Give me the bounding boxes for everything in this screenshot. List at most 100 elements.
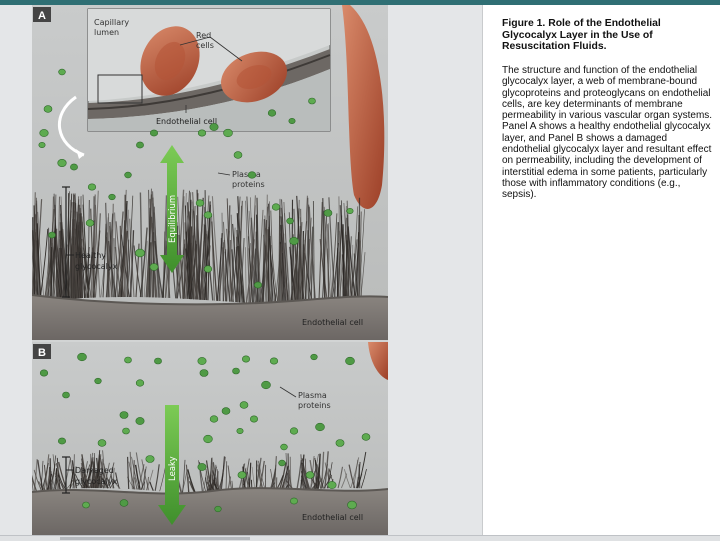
plasma-protein — [150, 130, 157, 136]
plasma-protein — [272, 204, 280, 211]
plasma-protein — [240, 402, 248, 409]
plasma-protein — [234, 152, 242, 159]
glycocalyx-fiber — [328, 224, 329, 305]
glycocalyx-fiber — [348, 215, 349, 305]
plasma-protein — [210, 416, 218, 423]
panel-a-endothelial-label: Endothelial cell — [302, 318, 363, 327]
plasma-protein — [95, 378, 102, 384]
plasma-protein — [346, 357, 355, 365]
panel-a-inset: Capillary lumen Red cells Endothelial ce… — [88, 9, 330, 131]
plasma-protein — [238, 472, 246, 479]
plasma-protein — [250, 416, 257, 422]
plasma-protein — [136, 380, 144, 387]
plasma-protein — [279, 460, 286, 466]
panel-a-plasma-label-1: Plasma — [232, 170, 261, 179]
inset-capillary-label-2: lumen — [94, 28, 119, 37]
plasma-protein — [59, 69, 66, 75]
plasma-protein — [289, 118, 295, 123]
plasma-protein — [287, 218, 294, 224]
equilibrium-label: Equilibrium — [168, 195, 178, 243]
plasma-protein — [222, 408, 230, 415]
plasma-protein — [109, 194, 116, 200]
plasma-protein — [204, 266, 212, 273]
plasma-protein — [78, 353, 87, 361]
panel-b-endothelial-label: Endothelial cell — [302, 513, 363, 522]
plasma-protein — [268, 110, 276, 117]
plasma-protein — [262, 381, 271, 389]
healthy-glycocalyx-label-2: glycocalyx — [75, 262, 118, 271]
plasma-protein — [120, 412, 128, 419]
plasma-protein — [40, 129, 49, 136]
glycocalyx-fiber — [50, 458, 51, 489]
plasma-protein — [120, 500, 128, 507]
plasma-protein — [49, 232, 56, 238]
plasma-protein — [98, 440, 106, 447]
plasma-protein — [348, 501, 357, 509]
plasma-protein — [198, 357, 206, 364]
figure-svg: Capillary lumen Red cells Endothelial ce… — [32, 5, 388, 535]
plasma-protein — [39, 142, 45, 147]
plasma-protein — [224, 129, 233, 137]
panel-a-plasma-label-2: proteins — [232, 180, 265, 189]
plasma-protein — [242, 356, 249, 362]
plasma-protein — [336, 440, 344, 447]
plasma-protein — [146, 456, 154, 463]
plasma-protein — [290, 498, 297, 504]
plasma-protein — [125, 172, 132, 178]
plasma-protein — [196, 200, 204, 207]
left-gutter — [0, 5, 33, 535]
panel-b-plasma-label-1: Plasma — [298, 391, 327, 400]
plasma-protein — [58, 159, 67, 166]
plasma-protein — [198, 463, 206, 470]
plasma-protein — [70, 164, 77, 170]
plasma-protein — [254, 282, 261, 288]
plasma-protein — [311, 354, 318, 360]
leaky-label: Leaky — [168, 456, 178, 481]
plasma-protein — [316, 423, 325, 431]
plasma-protein — [44, 106, 52, 113]
plasma-protein — [63, 392, 70, 398]
inset-endothelial-label: Endothelial cell — [156, 117, 217, 126]
panel-b-plasma-label-2: proteins — [298, 401, 331, 410]
plasma-protein — [125, 357, 132, 363]
right-gutter — [388, 5, 482, 535]
plasma-protein — [123, 428, 130, 434]
plasma-protein — [154, 358, 161, 364]
figure-illustration: Capillary lumen Red cells Endothelial ce… — [32, 5, 388, 535]
bottom-scrollbar[interactable] — [0, 535, 720, 541]
glycocalyx-fiber — [204, 207, 205, 300]
plasma-protein — [204, 212, 212, 219]
plasma-protein — [362, 434, 370, 441]
plasma-protein — [83, 502, 90, 508]
plasma-protein — [40, 370, 48, 376]
plasma-protein — [204, 435, 213, 443]
plasma-protein — [86, 220, 94, 227]
inset-rbc-label-1: Red — [196, 31, 211, 40]
caption-panel: Figure 1. Role of the Endothelial Glycoc… — [482, 5, 720, 535]
panel-b: B Leaky Plasma proteins Damaged glycocal… — [32, 342, 388, 535]
plasma-protein — [136, 417, 144, 424]
plasma-protein — [198, 130, 206, 136]
panel-a: Capillary lumen Red cells Endothelial ce… — [32, 5, 388, 340]
healthy-glycocalyx-label-1: Healthy — [75, 251, 106, 260]
inset-rbc-label-2: cells — [196, 41, 214, 50]
plasma-protein — [248, 172, 256, 179]
plasma-protein — [270, 358, 278, 364]
plasma-protein — [347, 208, 353, 213]
plasma-protein — [200, 370, 208, 377]
plasma-protein — [306, 472, 314, 479]
panel-b-endothelial-cell — [32, 488, 388, 535]
plasma-protein — [58, 438, 65, 444]
plasma-protein — [290, 237, 299, 244]
plasma-protein — [237, 428, 243, 433]
plasma-protein — [328, 481, 336, 488]
plasma-protein — [215, 506, 222, 512]
damaged-glycocalyx-label-1: Damaged — [75, 466, 114, 475]
inset-capillary-label-1: Capillary — [94, 18, 129, 27]
plasma-protein — [290, 428, 298, 435]
plasma-protein — [210, 123, 218, 130]
panel-a-letter: A — [38, 10, 46, 22]
plasma-protein — [233, 368, 240, 374]
plasma-protein — [135, 249, 144, 257]
plasma-protein — [281, 444, 288, 450]
